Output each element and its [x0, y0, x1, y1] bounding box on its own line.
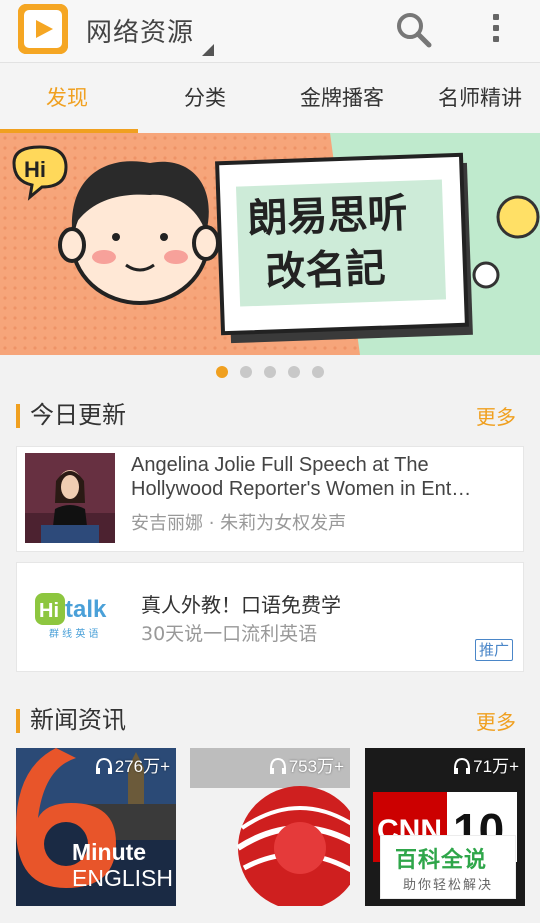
banner-card-line1: 朗易思听 [247, 191, 409, 243]
podcast-card-bbc[interactable]: 753万+ [190, 748, 350, 906]
dropdown-caret-icon[interactable] [202, 44, 214, 56]
news-section-header: 新闻资讯 更多 [0, 703, 540, 739]
app-logo-icon[interactable] [18, 4, 68, 54]
news-title-line: Angelina Jolie Full Speech at The [131, 454, 429, 476]
listen-count: 276万+ [95, 752, 170, 777]
promo-banner[interactable]: Hi 朗易思听 改名記 [0, 133, 540, 355]
banner-hi-text: Hi [24, 157, 46, 182]
carousel-dot[interactable] [216, 366, 228, 378]
more-link[interactable]: 更多 [476, 400, 516, 434]
carousel-dot[interactable] [312, 366, 324, 378]
tab-gold-podcasts[interactable]: 金牌播客 [300, 63, 384, 133]
headphones-icon [269, 757, 286, 774]
listen-count: 71万+ [453, 752, 519, 777]
overflow-menu-icon[interactable] [484, 10, 508, 50]
watermark-subtitle: 助你轻松解决 [403, 878, 494, 893]
carousel-dot[interactable] [288, 366, 300, 378]
headphones-icon [454, 757, 471, 774]
tab-bar: 发现 分类 金牌播客 名师精讲 [0, 63, 540, 133]
listen-count-value: 71万+ [473, 757, 519, 776]
listen-count-value: 753万+ [288, 757, 344, 776]
section-accent-bar [16, 709, 20, 733]
news-subtitle: 安吉丽娜 · 朱莉为女权发声 [131, 513, 347, 534]
listen-count-value: 276万+ [114, 757, 170, 776]
watermark: 百科全说 助你轻松解决 [380, 835, 516, 899]
ad-list-item[interactable]: Hi talk 群 线 英 语 真人外教！口语免费学 30天说一口流利英语 推广 [16, 562, 524, 672]
ad-logo-hi: Hi [39, 600, 59, 622]
sponsored-badge: 推广 [474, 639, 513, 661]
headphones-icon [95, 757, 112, 774]
more-link[interactable]: 更多 [476, 705, 516, 739]
news-title-line: Hollywood Reporter's Women in Ent… [131, 478, 472, 500]
carousel-dot[interactable] [240, 366, 252, 378]
ad-logo-subtitle: 群 线 英 语 [49, 627, 99, 640]
tab-discover[interactable]: 发现 [46, 63, 88, 133]
search-icon[interactable] [394, 10, 434, 50]
video-thumbnail [25, 453, 115, 543]
today-section-header: 今日更新 更多 [0, 398, 540, 434]
section-accent-bar [16, 404, 20, 428]
section-title: 新闻资讯 [30, 706, 126, 734]
news-title: Angelina Jolie Full Speech at The Hollyw… [131, 453, 515, 501]
watermark-title: 百科全说 [395, 848, 488, 873]
ad-title: 真人外教！口语免费学 [141, 593, 341, 617]
podcast-card-6-minute-english[interactable]: Minute ENGLISH 276万+ [16, 748, 176, 906]
banner-illustration: Hi 朗易思听 改名記 [0, 133, 540, 355]
podcast-cover-line2: ENGLISH [72, 865, 173, 891]
top-app-bar: 网络资源 [0, 0, 540, 63]
section-title: 今日更新 [30, 401, 126, 429]
hitalk-logo: Hi talk 群 线 英 语 [25, 571, 125, 661]
news-list-item[interactable]: Angelina Jolie Full Speech at The Hollyw… [16, 446, 524, 552]
carousel-dot[interactable] [264, 366, 276, 378]
tab-categories[interactable]: 分类 [184, 63, 226, 133]
ad-subtitle: 30天说一口流利英语 [141, 623, 318, 645]
ad-logo-brand: talk [65, 596, 107, 623]
banner-card-line2: 改名記 [265, 245, 387, 295]
tab-famous-teachers[interactable]: 名师精讲 [438, 63, 522, 133]
app-title[interactable]: 网络资源 [86, 12, 194, 49]
listen-count: 753万+ [269, 752, 344, 777]
podcast-cover-line1: Minute [72, 839, 146, 865]
